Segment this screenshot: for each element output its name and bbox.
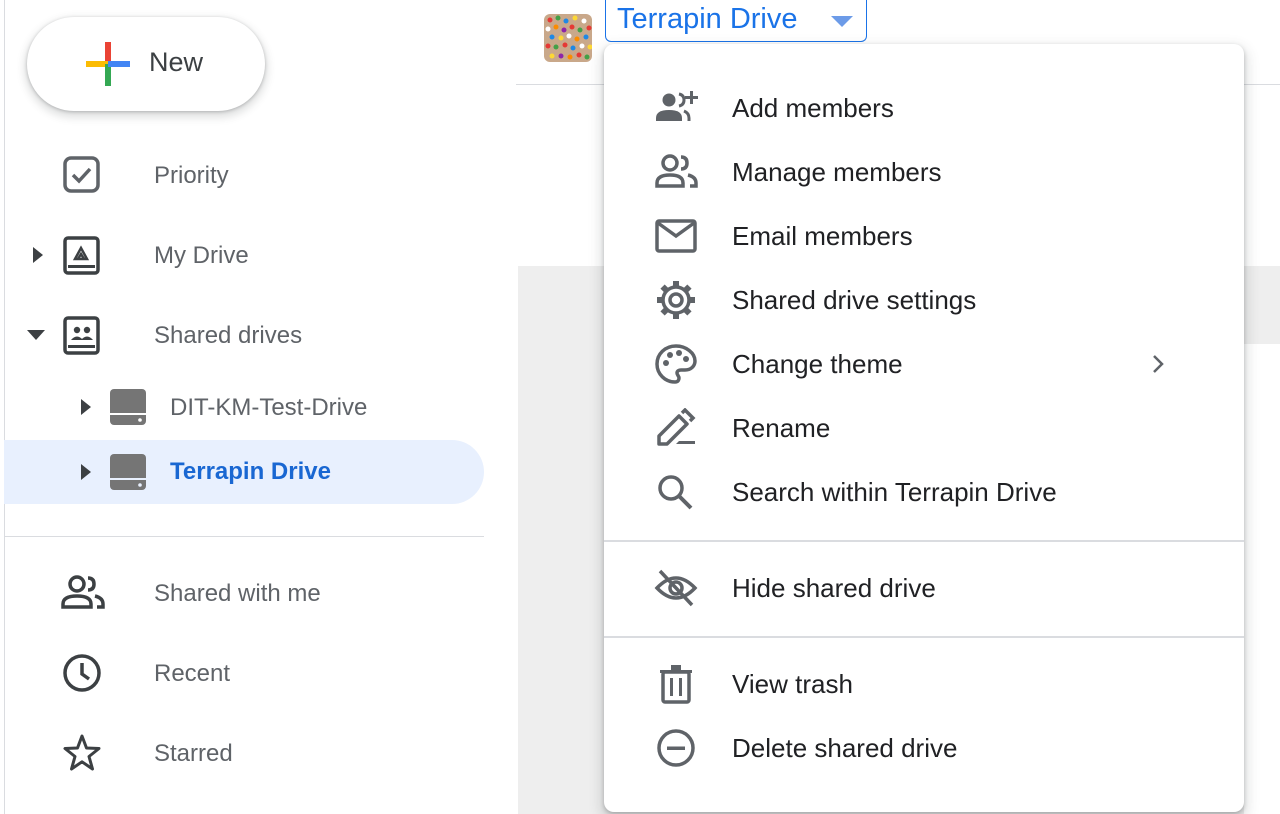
sidebar-item-label: Terrapin Drive <box>170 458 331 485</box>
sidebar-item-dit-km-test-drive[interactable]: DIT-KM-Test-Drive <box>4 375 484 439</box>
sidebar-item-shared-drives[interactable]: Shared drives <box>4 303 484 367</box>
new-button[interactable]: New <box>27 17 265 111</box>
menu-item-label: Add members <box>732 93 894 123</box>
menu-item-label: Delete shared drive <box>732 733 958 763</box>
menu-item-label: Search within Terrapin Drive <box>732 477 1057 507</box>
menu-item-label: View trash <box>732 669 853 699</box>
menu-item-email-members[interactable]: Email members <box>604 204 1244 268</box>
gear-icon <box>657 281 695 319</box>
menu-item-label: Shared drive settings <box>732 285 977 315</box>
drive-title-dropdown[interactable]: Terrapin Drive <box>605 0 867 42</box>
new-button-label: New <box>149 47 204 77</box>
menu-item-shared-drive-settings[interactable]: Shared drive settings <box>604 268 1244 332</box>
menu-divider <box>604 636 1244 638</box>
caret-right-icon[interactable] <box>76 397 96 417</box>
drive-page: New Priority My Drive Shared drives DIT-… <box>0 0 1280 814</box>
sidebar-item-terrapin-drive[interactable]: Terrapin Drive <box>4 440 484 504</box>
menu-item-label: Hide shared drive <box>732 573 936 603</box>
sidebar-item-label: Shared with me <box>154 580 321 607</box>
menu-item-change-theme[interactable]: Change theme <box>604 332 1244 396</box>
sidebar-item-priority[interactable]: Priority <box>4 143 484 207</box>
plus-icon <box>86 42 130 86</box>
search-icon <box>658 475 693 510</box>
menu-item-rename[interactable]: Rename <box>604 396 1244 460</box>
drive-disk-icon <box>110 389 146 425</box>
clock-icon <box>63 654 101 692</box>
menu-item-label: Manage members <box>732 157 942 187</box>
menu-item-label: Rename <box>732 413 831 443</box>
menu-item-search-within-drive[interactable]: Search within Terrapin Drive <box>604 460 1244 524</box>
sidebar-item-label: Shared drives <box>154 322 303 349</box>
sidebar-item-label: Priority <box>154 162 229 189</box>
menu-item-add-members[interactable]: Add members <box>604 76 1244 140</box>
pencil-icon <box>657 408 696 446</box>
menu-item-hide-shared-drive[interactable]: Hide shared drive <box>604 556 1244 620</box>
drive-theme-avatar <box>544 14 592 62</box>
sidebar-item-starred[interactable]: Starred <box>4 721 484 785</box>
drive-options-menu: Add members Manage members Email members <box>604 44 1244 812</box>
drive-title: Terrapin Drive <box>617 3 798 35</box>
people-icon <box>655 154 698 188</box>
eye-off-icon <box>654 569 698 607</box>
menu-item-view-trash[interactable]: View trash <box>604 652 1244 716</box>
menu-item-label: Email members <box>732 221 913 251</box>
chevron-right-icon <box>1153 355 1164 373</box>
menu-item-delete-shared-drive[interactable]: Delete shared drive <box>604 716 1244 780</box>
my-drive-icon <box>63 236 100 275</box>
dropdown-arrow-icon <box>831 16 853 27</box>
sidebar-item-label: Recent <box>154 660 231 687</box>
people-icon <box>61 575 105 609</box>
caret-down-icon[interactable] <box>26 325 46 345</box>
mail-icon <box>655 219 697 253</box>
sidebar-item-my-drive[interactable]: My Drive <box>4 223 484 287</box>
menu-item-label: Change theme <box>732 349 903 379</box>
menu-divider <box>604 540 1244 542</box>
sidebar-item-shared-with-me[interactable]: Shared with me <box>4 561 484 625</box>
content-right-strip <box>1244 344 1280 814</box>
shared-drives-icon <box>63 316 100 355</box>
sidebar-item-label: My Drive <box>154 242 249 269</box>
trash-icon <box>660 665 692 704</box>
sidebar-item-recent[interactable]: Recent <box>4 641 484 705</box>
sidebar-item-label: Starred <box>154 740 233 767</box>
minus-circle-icon <box>657 729 695 767</box>
add-person-icon <box>656 91 698 121</box>
sidebar-item-label: DIT-KM-Test-Drive <box>170 394 368 421</box>
sidebar-divider <box>4 536 484 537</box>
drive-disk-icon <box>110 454 146 490</box>
menu-item-manage-members[interactable]: Manage members <box>604 140 1244 204</box>
priority-checkbox-icon <box>63 156 100 193</box>
caret-right-icon[interactable] <box>76 462 96 482</box>
palette-icon <box>655 344 697 384</box>
caret-right-icon[interactable] <box>28 245 48 265</box>
star-icon <box>63 734 101 771</box>
